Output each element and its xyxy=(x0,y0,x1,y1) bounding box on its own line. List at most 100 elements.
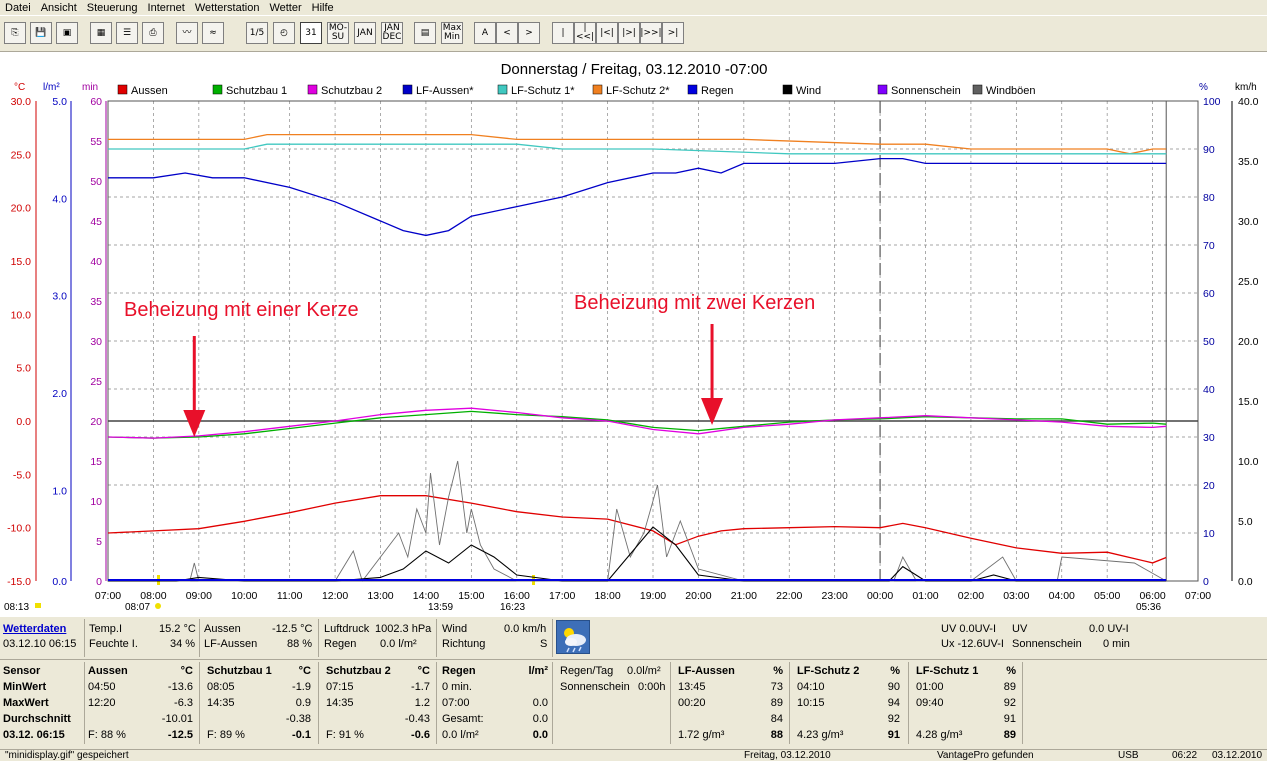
sunrise-above-label: 08:13 xyxy=(4,602,29,613)
x-tick: 11:00 xyxy=(277,590,303,602)
avg-value: -10.01 xyxy=(161,713,193,725)
legend-label: Aussen xyxy=(131,85,168,97)
period-button[interactable]: 31 xyxy=(300,22,322,44)
period-button[interactable]: MO-SU xyxy=(327,22,349,44)
min-tick: 35 xyxy=(90,296,102,308)
current-sub: F: 88 % xyxy=(88,729,126,741)
min-tick: 30 xyxy=(90,336,102,348)
min-value: -13.6 xyxy=(167,681,193,693)
pct-tick: 90 xyxy=(1203,144,1215,156)
x-tick: 13:00 xyxy=(367,590,393,602)
wetterdaten-link[interactable]: Wetterdaten xyxy=(3,623,66,635)
legend-swatch xyxy=(497,84,508,95)
feuchte-i-value: 34 % xyxy=(170,638,196,650)
avg-value: 84 xyxy=(770,713,783,725)
gesamt-value: 0.0 xyxy=(532,713,548,725)
nav-button[interactable]: > xyxy=(518,22,540,44)
view-button[interactable]: ▤ xyxy=(414,22,436,44)
temp-tick: 30.0 xyxy=(11,96,32,108)
legend-label: Regen xyxy=(701,85,733,97)
current-sub: 4.23 g/m³ xyxy=(797,729,844,741)
period-button[interactable]: JAN DEC xyxy=(381,22,403,44)
menu-item[interactable]: Ansicht xyxy=(36,1,82,15)
nav-button[interactable]: |<<| xyxy=(574,22,596,44)
menu-item[interactable]: Wetterstation xyxy=(190,1,265,15)
x-tick: 08:00 xyxy=(140,590,166,602)
temp-tick: -15.0 xyxy=(7,576,31,588)
legend-swatch xyxy=(782,84,793,95)
x-tick: 18:00 xyxy=(594,590,620,602)
save-disabled-icon[interactable]: ▣ xyxy=(56,22,78,44)
regen-value: 0.0 l/m² xyxy=(380,638,417,650)
period-button[interactable]: 1/5 xyxy=(246,22,268,44)
sonnenschein-tag-value: 0:00h xyxy=(638,681,666,693)
row-label: Durchschnitt xyxy=(3,713,71,725)
temp-tick: 15.0 xyxy=(11,256,32,268)
x-tick: 00:00 xyxy=(867,590,893,602)
nav-button[interactable]: < xyxy=(496,22,518,44)
nav-button[interactable]: |>| xyxy=(618,22,640,44)
avg-value: 92 xyxy=(887,713,900,725)
column-header: Aussen xyxy=(88,665,128,677)
menu-item[interactable]: Wetter xyxy=(264,1,306,15)
current-value: -0.1 xyxy=(292,729,311,741)
nav-button[interactable]: |>>| xyxy=(640,22,662,44)
period-button[interactable]: ◴ xyxy=(273,22,295,44)
menu-item[interactable]: Datei xyxy=(0,1,36,15)
nav-button[interactable]: A xyxy=(474,22,496,44)
pct-tick: 20 xyxy=(1203,480,1215,492)
min-time: 07:15 xyxy=(326,681,354,693)
report-icon[interactable]: ☰ xyxy=(116,22,138,44)
column-separator xyxy=(670,662,671,744)
current-sub: F: 91 % xyxy=(326,729,364,741)
x-tick: 21:00 xyxy=(731,590,757,602)
column-unit: °C xyxy=(180,665,193,677)
menu-item[interactable]: Hilfe xyxy=(307,1,339,15)
legend-swatch xyxy=(592,84,603,95)
period-button[interactable]: JAN xyxy=(354,22,376,44)
row-label: 03.12. 06:15 xyxy=(3,729,65,741)
max-time: 07:00 xyxy=(442,697,470,709)
legend-label: LF-Schutz 2* xyxy=(606,85,670,97)
x-tick: 10:00 xyxy=(231,590,257,602)
menu-item[interactable]: Internet xyxy=(143,1,190,15)
min-time: 04:10 xyxy=(797,681,825,693)
gust-line xyxy=(108,460,1167,582)
summary-icon[interactable]: ▦ xyxy=(90,22,112,44)
menu-item[interactable]: Steuerung xyxy=(82,1,143,15)
rise-next-label: 05:36 xyxy=(1136,602,1161,613)
rain-tick: 5.0 xyxy=(52,96,67,108)
x-tick: 07:00 xyxy=(1185,590,1211,602)
save-icon[interactable]: 💾 xyxy=(30,22,52,44)
nav-button[interactable]: |<| xyxy=(596,22,618,44)
kmh-tick: 15.0 xyxy=(1238,396,1259,408)
pct-tick: 0 xyxy=(1203,576,1209,588)
min-tick: 60 xyxy=(90,96,102,108)
nav-button[interactable]: | xyxy=(552,22,574,44)
regen-tag-value: 0.0l/m² xyxy=(627,665,661,677)
forecast-cloud-icon xyxy=(556,620,590,654)
avg-value: -0.43 xyxy=(404,713,430,725)
annotation-text: Beheizung mit einer Kerze xyxy=(124,299,359,321)
bulletin-icon[interactable]: ⎘ xyxy=(4,22,26,44)
temp-tick: 20.0 xyxy=(11,203,32,215)
row-label: MinWert xyxy=(3,681,47,693)
nav-button[interactable]: >| xyxy=(662,22,684,44)
view-button[interactable]: Max Min xyxy=(441,22,463,44)
min-value: -1.7 xyxy=(411,681,430,693)
max-value: 1.2 xyxy=(414,697,430,709)
legend-label: LF-Schutz 1* xyxy=(511,85,575,97)
wind-line xyxy=(108,526,1167,582)
toolbar: ⎘ 💾 ▣ ▦ ☰ ⎙ 〰 ≈1/5 ◴ 31 MO-SU JAN JAN DEC ▤ Max Min A < >… xyxy=(0,16,1267,52)
print-icon[interactable]: ⎙ xyxy=(142,22,164,44)
min-time: 08:05 xyxy=(207,681,235,693)
temp-tick: -10.0 xyxy=(7,523,31,535)
temp-i-label: Temp.I xyxy=(89,623,123,635)
strip-chart-icon[interactable]: ≈ xyxy=(202,22,224,44)
column-unit: % xyxy=(1006,665,1016,677)
graph-icon[interactable]: 〰 xyxy=(176,22,198,44)
pct-tick: 80 xyxy=(1203,192,1215,204)
temp-tick: 0.0 xyxy=(16,416,31,428)
kmh-tick: 25.0 xyxy=(1238,276,1259,288)
temp-i-value: 15.2 °C xyxy=(159,623,196,635)
